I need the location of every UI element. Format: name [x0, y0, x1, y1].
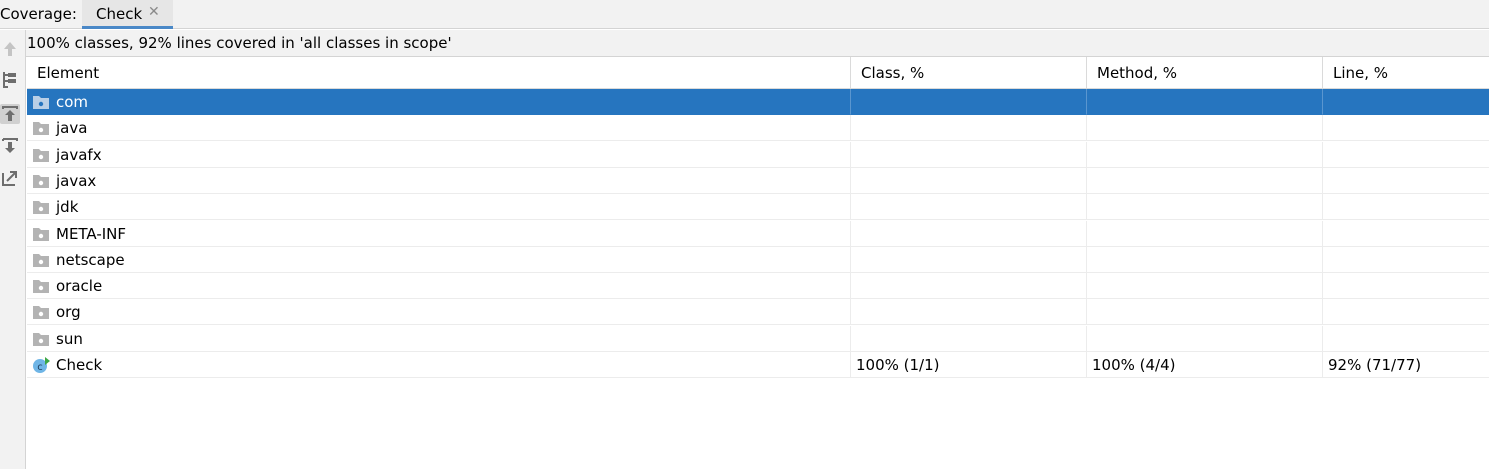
table-row[interactable]: javax — [27, 167, 1489, 194]
column-header-class[interactable]: Class, % — [851, 57, 1087, 89]
table-row[interactable]: c Check 100% (1/1) 100% (4/4) 92% (71/77) — [27, 352, 1489, 378]
package-folder-icon — [33, 174, 49, 188]
table-row[interactable]: sun — [27, 325, 1489, 352]
method-coverage-cell — [1087, 115, 1323, 142]
table-header: Element Class, % Method, % Line, % — [27, 57, 1489, 89]
line-coverage-cell — [1323, 299, 1489, 326]
element-cell: oracle — [27, 273, 851, 300]
table-row[interactable]: META-INF — [27, 220, 1489, 247]
table-row[interactable]: org — [27, 299, 1489, 326]
element-name: Check — [56, 356, 103, 374]
method-coverage-cell — [1087, 220, 1323, 247]
element-name: java — [56, 119, 88, 138]
line-coverage-cell — [1323, 326, 1489, 352]
line-coverage-cell — [1323, 89, 1489, 115]
line-coverage-cell — [1323, 168, 1489, 194]
element-name: javax — [56, 171, 97, 190]
element-name: org — [56, 303, 81, 322]
coverage-toolbar — [0, 30, 26, 469]
package-folder-icon — [33, 253, 49, 267]
class-coverage-cell — [851, 220, 1087, 247]
class-coverage-cell — [851, 246, 1087, 273]
package-folder-icon — [33, 122, 49, 136]
line-coverage-cell — [1323, 142, 1489, 168]
method-coverage-cell — [1087, 141, 1323, 168]
column-header-element[interactable]: Element — [27, 57, 851, 89]
column-header-method[interactable]: Method, % — [1087, 57, 1323, 89]
class-coverage-cell — [851, 167, 1087, 194]
coverage-summary-bar: 100% classes, 92% lines covered in 'all … — [26, 30, 1489, 57]
line-coverage-cell: 92% (71/77) — [1323, 352, 1489, 378]
package-folder-icon — [33, 148, 49, 162]
flatten-packages-icon[interactable] — [0, 70, 20, 90]
element-name: netscape — [56, 250, 125, 269]
up-arrow-icon[interactable] — [0, 39, 20, 59]
scroll-from-source-icon[interactable] — [0, 104, 20, 124]
method-coverage-cell: 100% (4/4) — [1087, 352, 1323, 378]
tab-check[interactable]: Check ✕ — [82, 0, 173, 29]
class-coverage-cell — [851, 194, 1087, 221]
package-folder-icon — [33, 332, 49, 346]
package-folder-icon — [33, 306, 49, 320]
element-cell: META-INF — [27, 220, 851, 247]
class-coverage-cell — [851, 141, 1087, 168]
package-folder-icon — [33, 227, 49, 241]
element-name: javafx — [56, 145, 102, 164]
package-folder-icon — [33, 201, 49, 215]
table-row[interactable]: netscape — [27, 246, 1489, 273]
element-cell: javafx — [27, 141, 851, 168]
method-coverage-cell — [1087, 89, 1323, 115]
class-coverage-cell — [851, 299, 1087, 326]
element-name: sun — [56, 329, 83, 348]
method-coverage-cell — [1087, 325, 1323, 352]
line-coverage-cell — [1323, 247, 1489, 273]
table-row[interactable]: java — [27, 115, 1489, 142]
class-coverage-cell — [851, 115, 1087, 142]
line-coverage-cell — [1323, 273, 1489, 300]
element-cell: com — [27, 89, 851, 115]
element-name: jdk — [56, 198, 79, 217]
class-coverage-cell — [851, 325, 1087, 352]
line-coverage-cell — [1323, 221, 1489, 247]
coverage-toolwindow-header: Coverage: Check ✕ — [0, 0, 1489, 29]
class-coverage-cell — [851, 273, 1087, 300]
element-cell: sun — [27, 325, 851, 352]
coverage-label: Coverage: — [0, 5, 77, 23]
table-row[interactable]: oracle — [27, 273, 1489, 300]
column-header-line[interactable]: Line, % — [1323, 57, 1489, 89]
class-coverage-cell: 100% (1/1) — [851, 352, 1087, 378]
coverage-table: Element Class, % Method, % Line, % com ja… — [27, 57, 1489, 469]
element-cell: c Check — [27, 352, 851, 378]
element-cell: org — [27, 299, 851, 326]
package-folder-icon — [33, 96, 49, 109]
method-coverage-cell — [1087, 246, 1323, 273]
method-coverage-cell — [1087, 194, 1323, 221]
svg-text:c: c — [37, 362, 43, 373]
element-cell: java — [27, 115, 851, 142]
method-coverage-cell — [1087, 273, 1323, 300]
line-coverage-cell — [1323, 115, 1489, 142]
table-row[interactable]: com — [27, 89, 1489, 115]
table-row[interactable]: jdk — [27, 194, 1489, 221]
coverage-summary: 100% classes, 92% lines covered in 'all … — [27, 34, 452, 52]
export-icon[interactable] — [0, 168, 20, 188]
package-folder-icon — [33, 280, 49, 294]
element-cell: netscape — [27, 246, 851, 273]
element-cell: javax — [27, 167, 851, 194]
element-name: oracle — [56, 277, 103, 296]
method-coverage-cell — [1087, 167, 1323, 194]
method-coverage-cell — [1087, 299, 1323, 326]
tab-title: Check — [96, 5, 143, 23]
scroll-to-source-icon[interactable] — [0, 136, 20, 156]
class-coverage-cell — [851, 89, 1087, 115]
element-name: com — [56, 93, 89, 111]
line-coverage-cell — [1323, 194, 1489, 221]
element-cell: jdk — [27, 194, 851, 221]
close-icon[interactable]: ✕ — [148, 4, 160, 20]
table-row[interactable]: javafx — [27, 141, 1489, 168]
class-icon: c — [33, 357, 50, 373]
element-name: META-INF — [56, 224, 127, 243]
